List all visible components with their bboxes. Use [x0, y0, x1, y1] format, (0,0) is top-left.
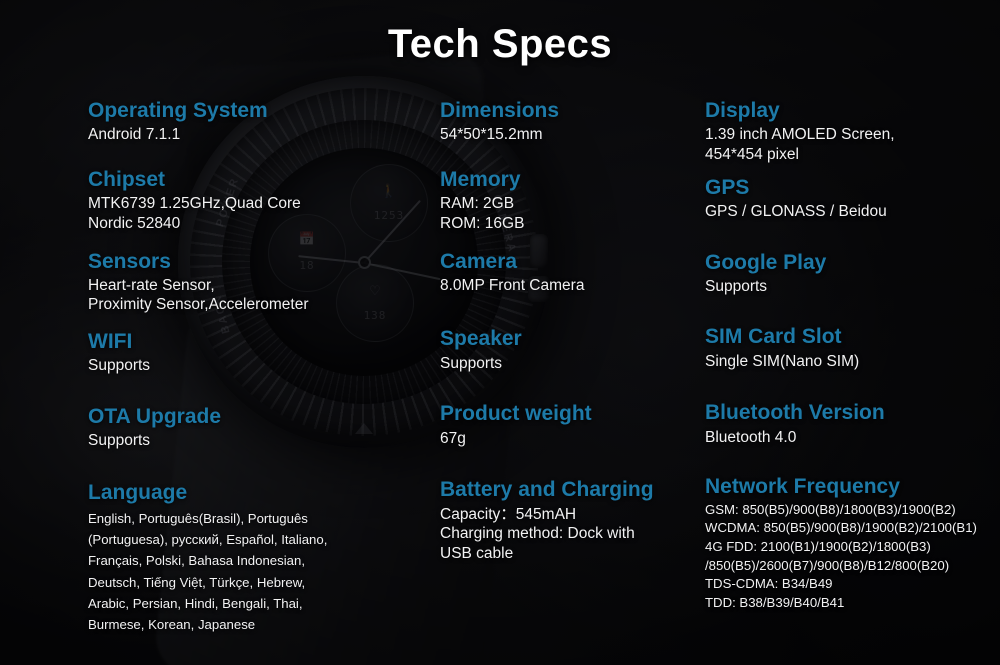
- spec-speaker: Speaker Supports: [440, 328, 680, 373]
- spec-dimensions: Dimensions 54*50*15.2mm: [440, 99, 680, 145]
- spec-language: Language English, Português(Brasil), Por…: [88, 480, 418, 635]
- spec-network-frequency: Network Frequency GSM: 850(B5)/900(B8)/1…: [705, 476, 995, 613]
- spec-value: GSM: 850(B5)/900(B8)/1800(B3)/1900(B2) WC…: [705, 501, 977, 611]
- spec-camera: Camera 8.0MP Front Camera: [440, 249, 680, 296]
- spec-value: Supports: [88, 357, 151, 375]
- spec-value: 54*50*15.2mm: [440, 126, 543, 144]
- spec-value: Android 7.1.1: [88, 126, 181, 144]
- spec-label: OTA Upgrade: [88, 405, 222, 429]
- spec-value: Bluetooth 4.0: [705, 428, 797, 446]
- spec-label: WIFI: [88, 330, 133, 354]
- spec-label: Camera: [440, 249, 518, 273]
- spec-battery-and-charging: Battery and Charging Capacity：545mAH Char…: [440, 479, 680, 563]
- spec-value: Single SIM(Nano SIM): [705, 352, 860, 370]
- specs-column-2: Dimensions 54*50*15.2mm Memory RAM: 2GB R…: [440, 99, 680, 564]
- page-title: Tech Specs: [387, 22, 613, 66]
- spec-label: Display: [705, 99, 780, 122]
- spec-operating-system: Operating System Android 7.1.1: [88, 99, 418, 145]
- spec-google-play: Google Play Supports: [705, 250, 995, 297]
- spec-sensors: Sensors Heart-rate Sensor, Proximity Sens…: [88, 249, 418, 316]
- spec-label: Google Play: [705, 250, 827, 274]
- spec-value: English, Português(Brasil), Português (Po…: [88, 511, 328, 632]
- spec-value: GPS / GLONASS / Beidou: [705, 202, 887, 220]
- specs-column-3: Display 1.39 inch AMOLED Screen, 454*454 …: [705, 99, 995, 613]
- spec-chipset: Chipset MTK6739 1.25GHz,Quad Core Nordic …: [88, 167, 418, 234]
- spec-label: Language: [88, 480, 188, 504]
- spec-label: Network Frequency: [705, 475, 900, 499]
- spec-value: Supports: [440, 354, 503, 372]
- spec-wifi: WIFI Supports: [88, 330, 418, 376]
- spec-label: GPS: [705, 175, 750, 199]
- spec-value: Capacity：545mAH Charging method: Dock wit…: [440, 505, 635, 562]
- spec-value: Heart-rate Sensor, Proximity Sensor,Accel…: [88, 276, 309, 314]
- spec-value: Supports: [88, 432, 151, 450]
- spec-bluetooth-version: Bluetooth Version Bluetooth 4.0: [705, 402, 995, 447]
- spec-sim-card-slot: SIM Card Slot Single SIM(Nano SIM): [705, 326, 995, 371]
- spec-label: Product weight: [440, 402, 592, 426]
- spec-label: Speaker: [440, 327, 522, 351]
- spec-display: Display 1.39 inch AMOLED Screen, 454*454 …: [705, 99, 995, 165]
- spec-memory: Memory RAM: 2GB ROM: 16GB: [440, 167, 680, 234]
- spec-value: 67g: [440, 429, 466, 447]
- spec-label: Battery and Charging: [440, 478, 654, 502]
- tech-specs-page: POWER BACK CAMERA 🚶 1253 📅 18 ♡ 138 Tech…: [0, 0, 1000, 665]
- spec-label: Operating System: [88, 99, 268, 122]
- spec-value: Supports: [705, 277, 768, 295]
- spec-label: Bluetooth Version: [705, 401, 885, 425]
- specs-column-1: Operating System Android 7.1.1 Chipset M…: [88, 99, 418, 635]
- spec-label: Sensors: [88, 249, 171, 273]
- spec-value: 8.0MP Front Camera: [440, 276, 585, 294]
- specs-content: Tech Specs Operating System Android 7.1.…: [0, 0, 1000, 665]
- spec-gps: GPS GPS / GLONASS / Beidou: [705, 175, 995, 222]
- spec-value: 1.39 inch AMOLED Screen, 454*454 pixel: [705, 126, 895, 163]
- spec-value: MTK6739 1.25GHz,Quad Core Nordic 52840: [88, 195, 301, 232]
- spec-label: Memory: [440, 167, 521, 191]
- spec-label: SIM Card Slot: [705, 325, 842, 349]
- spec-label: Chipset: [88, 167, 166, 191]
- spec-ota-upgrade: OTA Upgrade Supports: [88, 405, 418, 451]
- spec-product-weight: Product weight 67g: [440, 403, 680, 448]
- spec-label: Dimensions: [440, 99, 560, 122]
- spec-value: RAM: 2GB ROM: 16GB: [440, 195, 525, 232]
